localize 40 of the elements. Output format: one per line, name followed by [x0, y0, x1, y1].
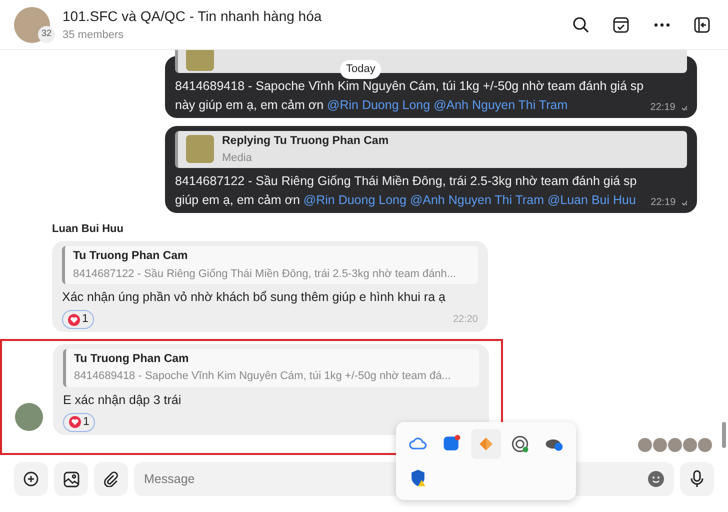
message-time: 22:19	[650, 100, 676, 114]
sender-name: Luan Bui Huu	[52, 222, 124, 237]
side-panel-icon	[693, 16, 711, 34]
reply-preview: 8414687122 - Sầu Riêng Giống Thái Miền Đông, trái 2.5-3kg nhờ team đánh...	[73, 266, 456, 282]
message-text: 8414689418 - Sapoche Vĩnh Kim Nguyên Cám, túi 1kg +/-50g nhờ team đánh giá sp này giúp em ạ, em cảm ơn @Rin Duong Long @Anh Nguyen Thi Tram	[175, 78, 644, 114]
image-icon	[62, 470, 80, 488]
message-text: 8414687122 - Sầu Riêng Giống Thái Miền Đông, trái 2.5-3kg nhờ team đánh giá sp giúp em ạ, em cảm ơn @Rin Duong Long @Anh Nguyen Thi Tram @Luan Bui Huu	[175, 173, 638, 209]
seen-avatar	[653, 438, 667, 452]
microphone-icon	[690, 470, 704, 488]
message-time: 22:19	[650, 196, 676, 210]
add-button[interactable]	[14, 462, 48, 496]
add-icon	[23, 471, 39, 487]
reaction-button[interactable]: 1	[62, 310, 94, 330]
seen-avatar	[668, 438, 682, 452]
emoji-icon[interactable]	[648, 471, 664, 487]
message-time: 22:20	[452, 313, 478, 327]
search-icon	[572, 16, 590, 34]
message-text: E xác nhận dập 3 trái	[63, 392, 182, 409]
microphone-button[interactable]	[680, 462, 714, 496]
seen-avatar	[698, 438, 712, 452]
date-chip: Today	[340, 60, 382, 78]
attach-button[interactable]	[94, 462, 128, 496]
image-button[interactable]	[54, 462, 88, 496]
calendar-check-icon	[612, 16, 630, 34]
more-icon	[654, 22, 670, 26]
heart-icon	[68, 314, 80, 326]
reply-preview: 8414689418 - Sapoche Vĩnh Kim Nguyên Cám, túi 1kg +/-50g nhờ team đá...	[74, 369, 451, 384]
chat-title: 101.SFC và QA/QC - Tin nhanh hàng hóa	[62, 6, 323, 26]
reply-author: Tu Truong Phan Cam	[73, 249, 189, 264]
seen-avatar	[683, 438, 697, 452]
scrollbar-thumb	[722, 422, 726, 448]
seen-avatar	[638, 438, 652, 452]
reply-preview: Media	[222, 150, 253, 166]
member-count: 35 members	[62, 28, 125, 43]
reply-author: Tu Truong Phan Cam	[74, 352, 190, 368]
reaction-button[interactable]: 1	[63, 412, 96, 432]
reply-author: Replying Tu Truong Phan Cam	[222, 134, 389, 148]
message-text: Xác nhận úng phần vỏ nhờ khách bổ sung thêm giúp e hình khui ra ạ	[62, 289, 446, 306]
attach-icon	[103, 471, 119, 487]
member-count-badge: 32	[38, 26, 55, 42]
